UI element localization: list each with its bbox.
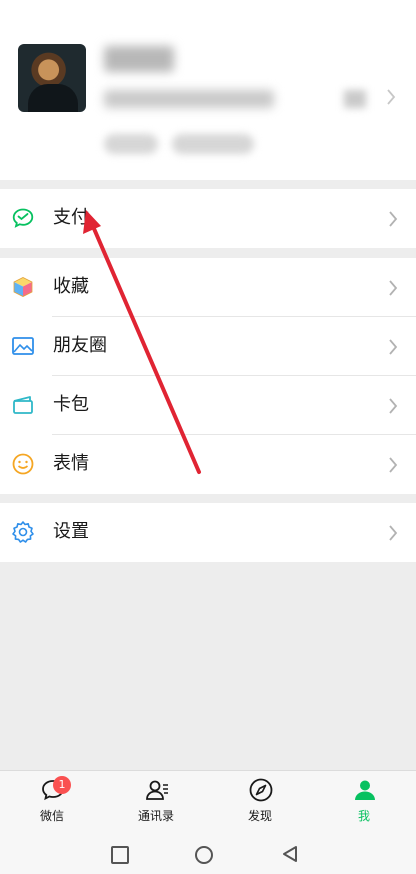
tab-label: 通讯录 — [137, 809, 174, 823]
menu-item-label: 支付 — [53, 207, 89, 228]
smiley-icon — [12, 453, 34, 475]
qr-code-icon[interactable] — [344, 90, 366, 108]
chevron-right-icon — [387, 89, 396, 105]
tab-label: 我 — [357, 809, 370, 823]
chevron-right-icon — [389, 339, 398, 355]
tab-me[interactable]: 我 — [312, 771, 416, 833]
menu-item-label: 设置 — [53, 521, 89, 542]
menu-item-moments[interactable]: 朋友圈 — [0, 317, 416, 376]
tab-discover[interactable]: 发现 — [208, 771, 312, 833]
menu-item-pay[interactable]: 支付 — [0, 189, 416, 248]
tab-label: 发现 — [247, 809, 272, 823]
menu-item-stickers[interactable]: 表情 — [0, 435, 416, 494]
card-wallet-icon — [13, 396, 33, 414]
main-menu-group: 收藏 朋友圈 卡包 表情 — [0, 258, 416, 494]
blurred-status-button[interactable] — [104, 134, 158, 154]
menu-item-cards[interactable]: 卡包 — [0, 376, 416, 435]
blurred-wechat-id — [104, 90, 274, 108]
unread-badge: 1 — [53, 776, 71, 794]
tab-contacts[interactable]: 通讯录 — [104, 771, 208, 833]
pay-group: 支付 — [0, 189, 416, 248]
settings-group: 设置 — [0, 503, 416, 562]
chevron-right-icon — [389, 280, 398, 296]
back-button[interactable] — [280, 844, 300, 864]
person-icon — [355, 780, 375, 800]
menu-item-settings[interactable]: 设置 — [0, 503, 416, 562]
avatar[interactable] — [18, 44, 86, 112]
menu-item-label: 卡包 — [53, 394, 89, 415]
system-nav-bar — [0, 832, 416, 874]
menu-item-label: 表情 — [53, 453, 89, 474]
menu-item-favorites[interactable]: 收藏 — [0, 258, 416, 317]
home-button[interactable] — [195, 846, 213, 864]
chevron-right-icon — [389, 457, 398, 473]
recent-apps-button[interactable] — [111, 846, 129, 864]
tab-label: 微信 — [39, 809, 64, 823]
profile-card[interactable] — [0, 0, 416, 180]
tab-chats[interactable]: 1 微信 — [0, 771, 104, 833]
favorites-cube-icon — [13, 277, 33, 297]
contacts-icon — [146, 780, 168, 800]
menu-item-label: 收藏 — [53, 276, 89, 297]
chevron-right-icon — [389, 398, 398, 414]
chevron-right-icon — [389, 525, 398, 541]
gear-icon — [12, 521, 34, 543]
wechat-pay-icon — [12, 208, 34, 228]
moments-picture-icon — [12, 337, 34, 355]
blurred-friend-status[interactable] — [172, 134, 254, 154]
menu-item-label: 朋友圈 — [53, 335, 107, 356]
compass-icon — [249, 778, 273, 802]
chevron-right-icon — [389, 211, 398, 227]
bottom-tab-bar: 1 微信 通讯录 发现 我 — [0, 770, 416, 833]
blurred-nickname — [104, 46, 174, 72]
